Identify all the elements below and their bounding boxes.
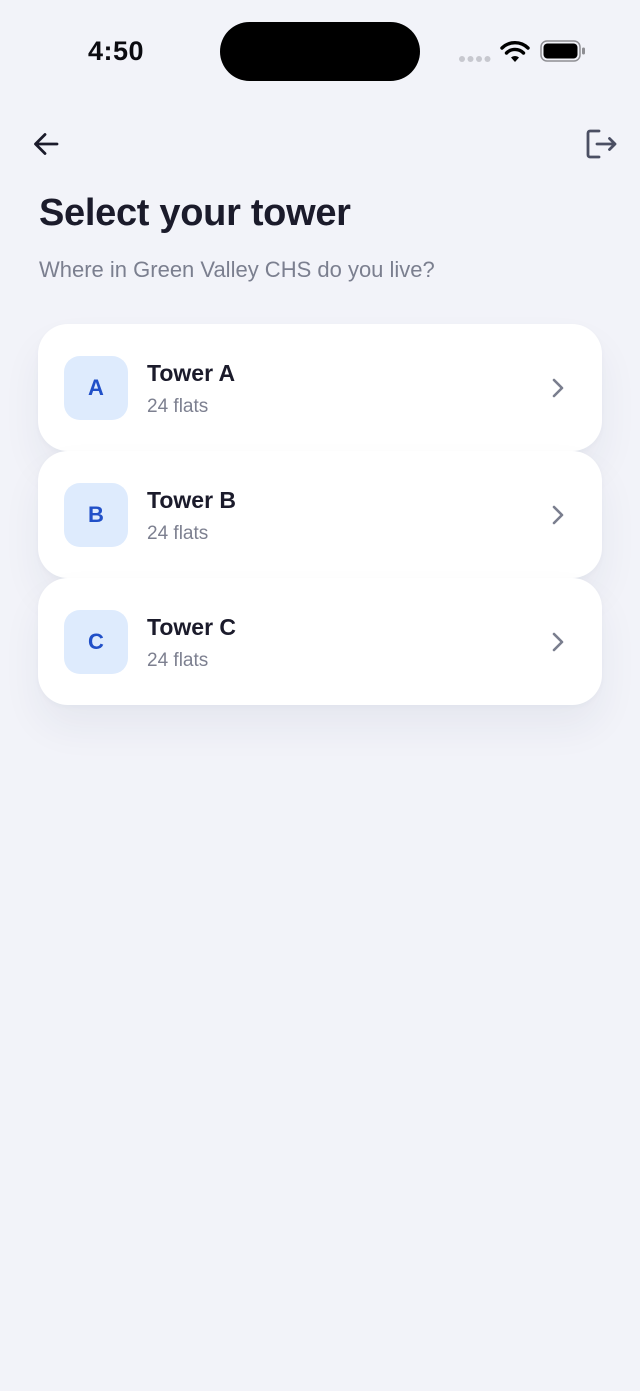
cellular-signal-icon [459,56,491,62]
page-title: Select your tower [39,192,351,234]
tower-card-a[interactable]: A Tower A 24 flats [38,324,602,451]
tower-badge: B [64,483,128,547]
tower-flat-count: 24 flats [147,650,209,671]
tower-flat-count: 24 flats [147,523,209,544]
logout-button[interactable] [580,124,622,164]
logout-icon [586,129,617,159]
battery-icon [540,40,585,62]
tower-flat-count: 24 flats [147,396,209,417]
tower-name: Tower C [147,614,237,640]
chevron-right-icon [552,632,564,652]
tower-card-c[interactable]: C Tower C 24 flats [38,578,602,705]
dynamic-island [220,22,420,81]
tower-badge: A [64,356,128,420]
tower-badge: C [64,610,128,674]
tower-card-b[interactable]: B Tower B 24 flats [38,451,602,578]
tower-name: Tower B [147,487,237,513]
status-time: 4:50 [88,36,145,66]
back-button[interactable] [26,124,66,164]
chevron-right-icon [552,505,564,525]
tower-list: A Tower A 24 flats B Tower B 24 flats C … [38,324,602,705]
page-subtitle: Where in Green Valley CHS do you live? [39,257,435,282]
arrow-left-icon [34,133,59,155]
status-bar: 4:50 [0,0,640,100]
wifi-icon [500,41,530,62]
tower-name: Tower A [147,360,236,386]
chevron-right-icon [552,378,564,398]
